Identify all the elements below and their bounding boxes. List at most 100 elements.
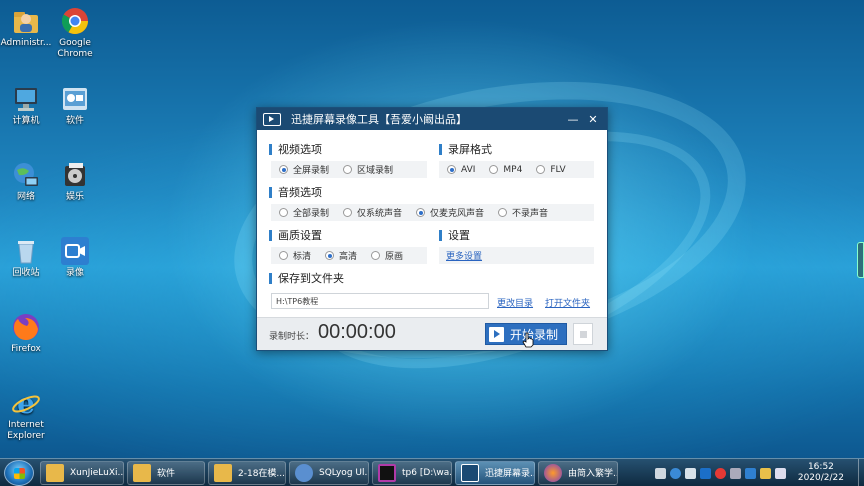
stop-button[interactable] [573,323,593,345]
taskbar-item[interactable]: SQLyog Ul... [289,460,369,485]
audio-option-mic[interactable]: 仅麦克风声音 [416,206,484,219]
taskbar-item-label: 软件 [157,469,176,479]
taskbar-item[interactable]: 由简入繁学... [538,460,618,485]
more-settings-link[interactable]: 更多设置 [446,249,482,262]
software-icon [60,84,90,114]
radio-icon [447,165,456,174]
video-options-row: 全屏录制 区域录制 [271,161,427,178]
tray-keyboard-icon[interactable] [654,467,666,479]
save-folder-heading: 保存到文件夹 [269,273,344,284]
radio-icon [279,208,288,217]
quality-options-row: 标清 高清 原画 [271,247,427,264]
clock-date: 2020/2/22 [797,473,844,483]
tray-settings-icon[interactable] [684,467,696,479]
taskbar-item-label: SQLyog Ul... [319,467,369,478]
tray-volume-icon[interactable] [774,467,786,479]
desktop-icon-recorder[interactable]: 录像 [49,236,101,279]
option-label: 标清 [293,252,312,262]
desktop-icon-label: Firefox [11,344,41,354]
desktop-icon-label: Administr... [0,38,52,48]
taskbar-item[interactable]: XunJieLuXi... [40,460,124,485]
svg-text:e: e [17,388,35,418]
desktop-icon-network[interactable]: 网络 [0,160,52,203]
radio-icon [279,251,288,260]
taskbar-item-label: tp6 [D:\wa... [402,467,452,478]
user-folder-icon [11,6,41,36]
video-options-heading: 视频选项 [269,144,322,155]
video-option-fullscreen[interactable]: 全屏录制 [279,163,329,176]
option-label: 区域录制 [357,166,394,176]
save-path-input[interactable] [271,293,489,309]
firefox-icon [11,312,41,342]
quality-option-original[interactable]: 原画 [371,249,403,262]
side-widget-tab[interactable] [857,242,864,278]
desktop-icon-label: 回收站 [12,268,40,278]
chrome-icon [60,6,90,36]
radio-icon [325,251,335,260]
firefox-icon [544,463,562,482]
taskbar-item-label: 迅捷屏幕录... [485,469,535,479]
desktop-icon-administrator[interactable]: Administr... [0,6,52,49]
taskbar-clock[interactable]: 16:52 2020/2/22 [798,462,844,484]
audio-options-row: 全部录制 仅系统声音 仅麦克风声音 不录声音 [271,204,594,221]
audio-option-none[interactable]: 不录声音 [498,206,548,219]
tray-app-icon[interactable] [699,467,711,479]
tray-shield-icon[interactable] [744,467,756,479]
taskbar-item[interactable]: 2-18在模... [208,460,286,485]
option-label: 高清 [339,252,358,262]
option-label: MP4 [503,164,523,175]
audio-options-heading: 音频选项 [269,187,322,198]
tray-help-icon[interactable] [669,467,681,479]
taskbar-item-label: XunJieLuXi... [70,467,124,478]
taskbar-item-label: 2-18在模... [238,469,286,479]
taskbar-item-active[interactable]: 迅捷屏幕录... [455,460,535,485]
desktop-icon-computer[interactable]: 计算机 [0,84,52,127]
taskbar-item[interactable]: tp6 [D:\wa... [372,460,452,485]
desktop-icon-label: Internet Explorer [7,420,45,441]
desktop-icon-ie[interactable]: e Internet Explorer [0,387,52,442]
desktop-icon-label: 网络 [16,192,35,202]
radio-icon [498,208,508,217]
format-option-mp4[interactable]: MP4 [489,165,522,175]
close-icon[interactable]: ✕ [585,113,601,126]
open-folder-link[interactable]: 打开文件夹 [545,296,590,309]
radio-icon [343,208,353,217]
start-button[interactable] [4,459,34,486]
window-footer: 录制时长： 00:00:00 开始录制 [257,317,607,350]
option-label: 全屏录制 [293,166,330,176]
option-label: 原画 [385,252,404,262]
radio-icon [489,165,499,174]
start-record-label: 开始录制 [510,327,559,342]
audio-option-all[interactable]: 全部录制 [279,206,329,219]
desktop-icon-label: 娱乐 [65,192,84,202]
tray-network-icon[interactable] [729,467,741,479]
taskbar-item[interactable]: 软件 [127,460,205,485]
minimize-icon[interactable]: — [565,113,581,126]
desktop-icon-label: 计算机 [12,116,40,126]
quality-option-sd[interactable]: 标清 [279,249,311,262]
audio-option-system[interactable]: 仅系统声音 [343,206,402,219]
quality-option-hd[interactable]: 高清 [325,249,357,262]
option-label: 不录声音 [512,209,549,219]
video-option-region[interactable]: 区域录制 [343,163,393,176]
radio-icon [371,251,381,260]
ie-icon: e [11,387,41,420]
desktop-icon-firefox[interactable]: Firefox [0,312,52,355]
video-recorder-icon [461,463,479,482]
format-option-flv[interactable]: FLV [536,165,566,175]
window-titlebar[interactable]: 迅捷屏幕录像工具【吾爱小阚出品】 — ✕ [257,108,607,130]
format-option-avi[interactable]: AVI [447,165,475,175]
desktop-icon-entertainment[interactable]: 娱乐 [49,160,101,203]
format-heading: 录屏格式 [439,144,492,155]
desktop-icon-software[interactable]: 软件 [49,84,101,127]
settings-heading: 设置 [439,230,470,241]
change-directory-link[interactable]: 更改目录 [497,296,533,309]
settings-row: 更多设置 [439,247,594,264]
tray-flag-icon[interactable] [759,467,771,479]
tray-record-icon[interactable] [714,467,726,479]
computer-icon [11,84,41,114]
show-desktop-button[interactable] [858,459,864,486]
desktop-icon-chrome[interactable]: Google Chrome [49,6,101,60]
system-tray: 16:52 2020/2/22 [654,459,864,486]
desktop-icon-recycle-bin[interactable]: 回收站 [0,236,52,279]
